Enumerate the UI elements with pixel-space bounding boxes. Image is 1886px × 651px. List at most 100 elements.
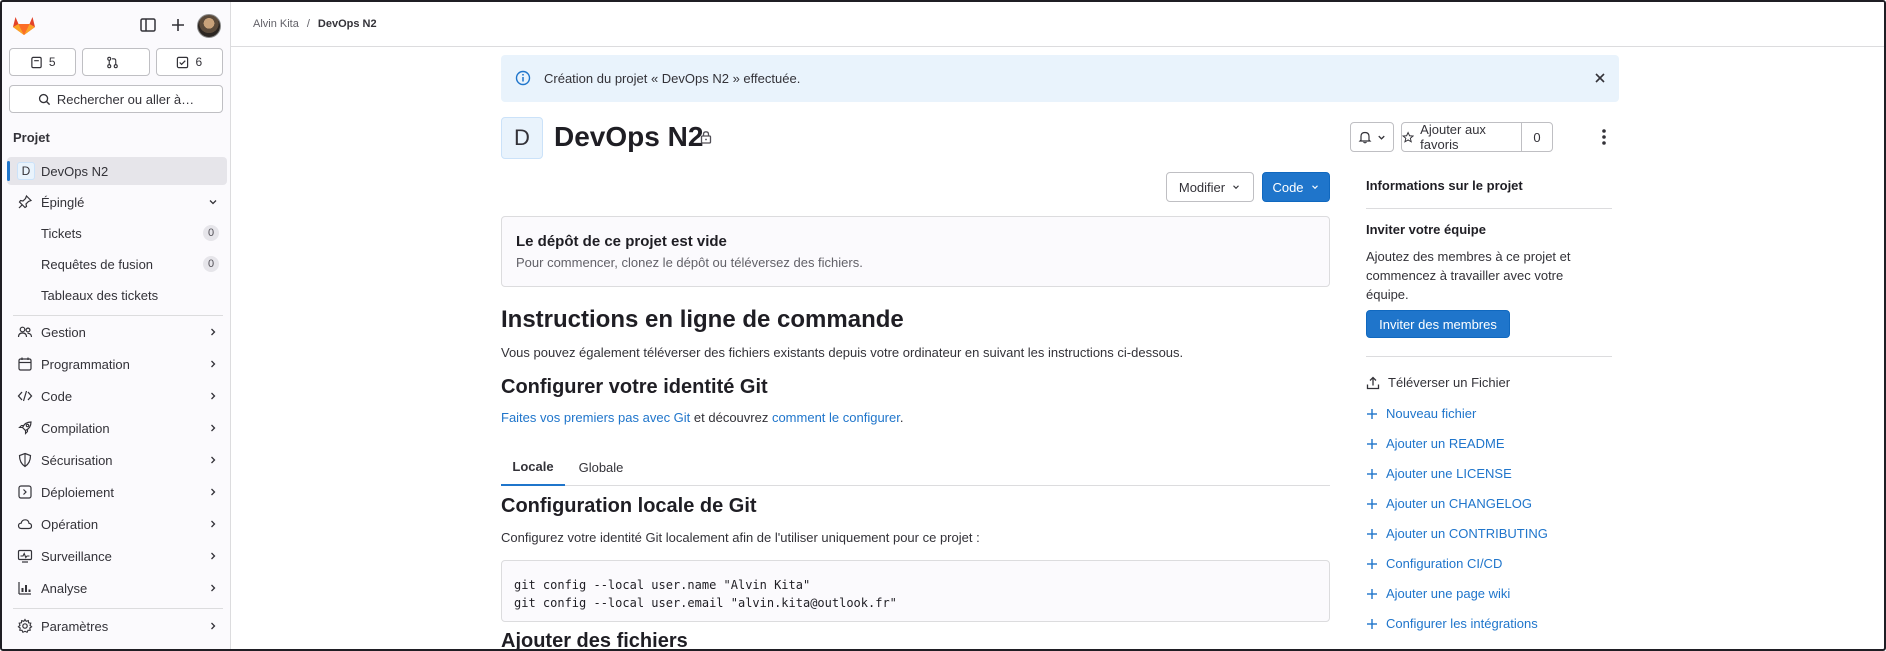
success-alert: Création du projet « DevOps N2 » effectu… (501, 55, 1619, 102)
bell-icon (1358, 131, 1372, 144)
sidebar-item-gestion[interactable]: Gestion (7, 318, 227, 346)
git-getting-started-link[interactable]: Faites vos premiers pas avec Git (501, 410, 690, 425)
sidebar-item-tickets[interactable]: Tickets 0 (7, 219, 227, 247)
favorite-button-group: Ajouter aux favoris 0 (1401, 122, 1553, 152)
search-button[interactable]: Rechercher ou aller à… (9, 85, 223, 113)
rocket-icon (18, 421, 32, 435)
breadcrumb-parent-link[interactable]: Alvin Kita (253, 18, 299, 30)
sidebar-item-label: Analyse (41, 581, 88, 596)
git-identity-help: Faites vos premiers pas avec Git et déco… (501, 410, 903, 425)
invite-members-button[interactable]: Inviter des membres (1366, 310, 1510, 338)
sidebar-item-label: Déploiement (41, 485, 114, 500)
chevron-right-icon (211, 552, 216, 560)
chevron-down-icon (1233, 185, 1240, 190)
sidebar-item-label: Requêtes de fusion (41, 257, 154, 272)
sidebar-item-deploiement[interactable]: Déploiement (7, 478, 227, 506)
sidebar-item-programmation[interactable]: Programmation (7, 350, 227, 378)
chart-icon (18, 582, 31, 595)
sidebar-divider (13, 608, 223, 609)
add-readme-link[interactable]: Ajouter un README (1366, 436, 1505, 451)
sidebar-item-label: Paramètres (41, 619, 109, 634)
chevron-right-icon (211, 360, 216, 368)
sidebar: 5 6 Rechercher ou aller à… Projet D DevO… (2, 2, 231, 649)
sidebar-item-pinned[interactable]: Épinglé (7, 188, 227, 216)
new-file-link[interactable]: Nouveau fichier (1366, 406, 1476, 421)
sidebar-item-surveillance[interactable]: Surveillance (7, 542, 227, 570)
breadcrumb-current[interactable]: DevOps N2 (318, 18, 377, 30)
link-label: Configurer les intégrations (1386, 616, 1538, 631)
edit-dropdown-button[interactable]: Modifier (1166, 172, 1254, 202)
configure-integrations-link[interactable]: Configurer les intégrations (1366, 616, 1538, 631)
link-label: Ajouter une LICENSE (1386, 466, 1512, 481)
add-files-title: Ajouter des fichiers (501, 630, 688, 651)
sidebar-item-label: Tickets (41, 226, 82, 241)
add-contributing-link[interactable]: Ajouter un CONTRIBUTING (1366, 526, 1548, 541)
sidebar-item-compilation[interactable]: Compilation (7, 414, 227, 442)
alert-text: Création du projet « DevOps N2 » effectu… (544, 71, 801, 86)
add-wiki-page-link[interactable]: Ajouter une page wiki (1366, 586, 1510, 601)
add-changelog-link[interactable]: Ajouter un CHANGELOG (1366, 496, 1532, 511)
plus-icon (1367, 618, 1377, 629)
sidebar-item-analyse[interactable]: Analyse (7, 574, 227, 602)
upload-file-button[interactable]: Téléverser un Fichier (1366, 375, 1510, 390)
merge-requests-counter-button[interactable] (82, 48, 150, 76)
edit-button-label: Modifier (1178, 179, 1226, 195)
plus-icon (1367, 588, 1377, 599)
instructions-title: Instructions en ligne de commande (501, 306, 904, 333)
ci-cd-config-link[interactable]: Configuration CI/CD (1366, 556, 1502, 571)
count-badge: 0 (203, 225, 219, 241)
sidebar-item-merge-requests[interactable]: Requêtes de fusion 0 (7, 250, 227, 278)
merge-request-icon (107, 56, 119, 68)
create-new-icon[interactable] (168, 15, 188, 35)
code-line: git config --local user.email "alvin.kit… (514, 596, 897, 610)
sidebar-item-label: Gestion (41, 325, 86, 340)
chevron-right-icon (211, 520, 216, 528)
sidebar-toggle-icon[interactable] (138, 15, 158, 35)
add-to-favorites-button[interactable]: Ajouter aux favoris (1402, 122, 1522, 152)
link-label: Configuration CI/CD (1386, 556, 1503, 571)
more-actions-icon[interactable] (1593, 126, 1615, 148)
star-icon (1402, 130, 1415, 143)
sidebar-item-label: Sécurisation (41, 453, 113, 468)
notifications-dropdown[interactable] (1350, 122, 1394, 152)
close-icon[interactable] (1592, 70, 1608, 86)
todo-icon (177, 56, 189, 68)
gitlab-logo-icon[interactable] (12, 14, 36, 36)
invite-text: Ajoutez des membres à ce projet et comme… (1366, 249, 1571, 302)
shield-icon (18, 452, 32, 468)
sidebar-item-project[interactable]: D DevOps N2 (7, 157, 227, 185)
search-icon (38, 93, 50, 105)
tab-locale[interactable]: Locale (501, 448, 565, 486)
monitor-icon (17, 549, 33, 563)
project-avatar-small: D (17, 162, 35, 180)
git-configure-link[interactable]: comment le configurer (772, 410, 900, 425)
sidebar-item-label: Épinglé (41, 195, 85, 210)
sidebar-item-issue-boards[interactable]: Tableaux des tickets (7, 281, 227, 309)
code-dropdown-button[interactable]: Code (1262, 172, 1330, 202)
search-label: Rechercher ou aller à… (56, 91, 195, 107)
breadcrumb: Alvin Kita / DevOps N2 (253, 18, 377, 30)
todos-counter-button[interactable]: 6 (155, 48, 223, 76)
sidebar-item-code[interactable]: Code (7, 382, 227, 410)
info-icon (515, 70, 531, 86)
empty-repo-title: Le dépôt de ce projet est vide (516, 233, 727, 250)
upload-icon (1366, 376, 1380, 389)
favorite-count[interactable]: 0 (1522, 123, 1552, 151)
user-avatar[interactable] (197, 14, 221, 38)
code-block[interactable]: git config --local user.name "Alvin Kita… (501, 560, 1330, 622)
sidebar-item-parametres[interactable]: Paramètres (7, 612, 227, 640)
sidebar-section-title: Projet (13, 130, 50, 145)
git-config-tabs: Locale Globale (501, 448, 1330, 486)
chevron-right-icon (211, 584, 216, 592)
calendar-icon (18, 357, 32, 371)
sidebar-item-securisation[interactable]: Sécurisation (7, 446, 227, 474)
add-license-link[interactable]: Ajouter une LICENSE (1366, 466, 1512, 481)
sidebar-item-label: Opération (41, 517, 99, 532)
tab-globale[interactable]: Globale (565, 448, 637, 486)
empty-repo-subtitle: Pour commencer, clonez le dépôt ou télév… (516, 255, 863, 270)
top-bar: Alvin Kita / DevOps N2 (231, 2, 1884, 47)
sidebar-item-operation[interactable]: Opération (7, 510, 227, 538)
chevron-right-icon (211, 622, 216, 630)
plus-icon (1367, 408, 1377, 419)
issues-counter-button[interactable]: 5 (9, 48, 77, 76)
